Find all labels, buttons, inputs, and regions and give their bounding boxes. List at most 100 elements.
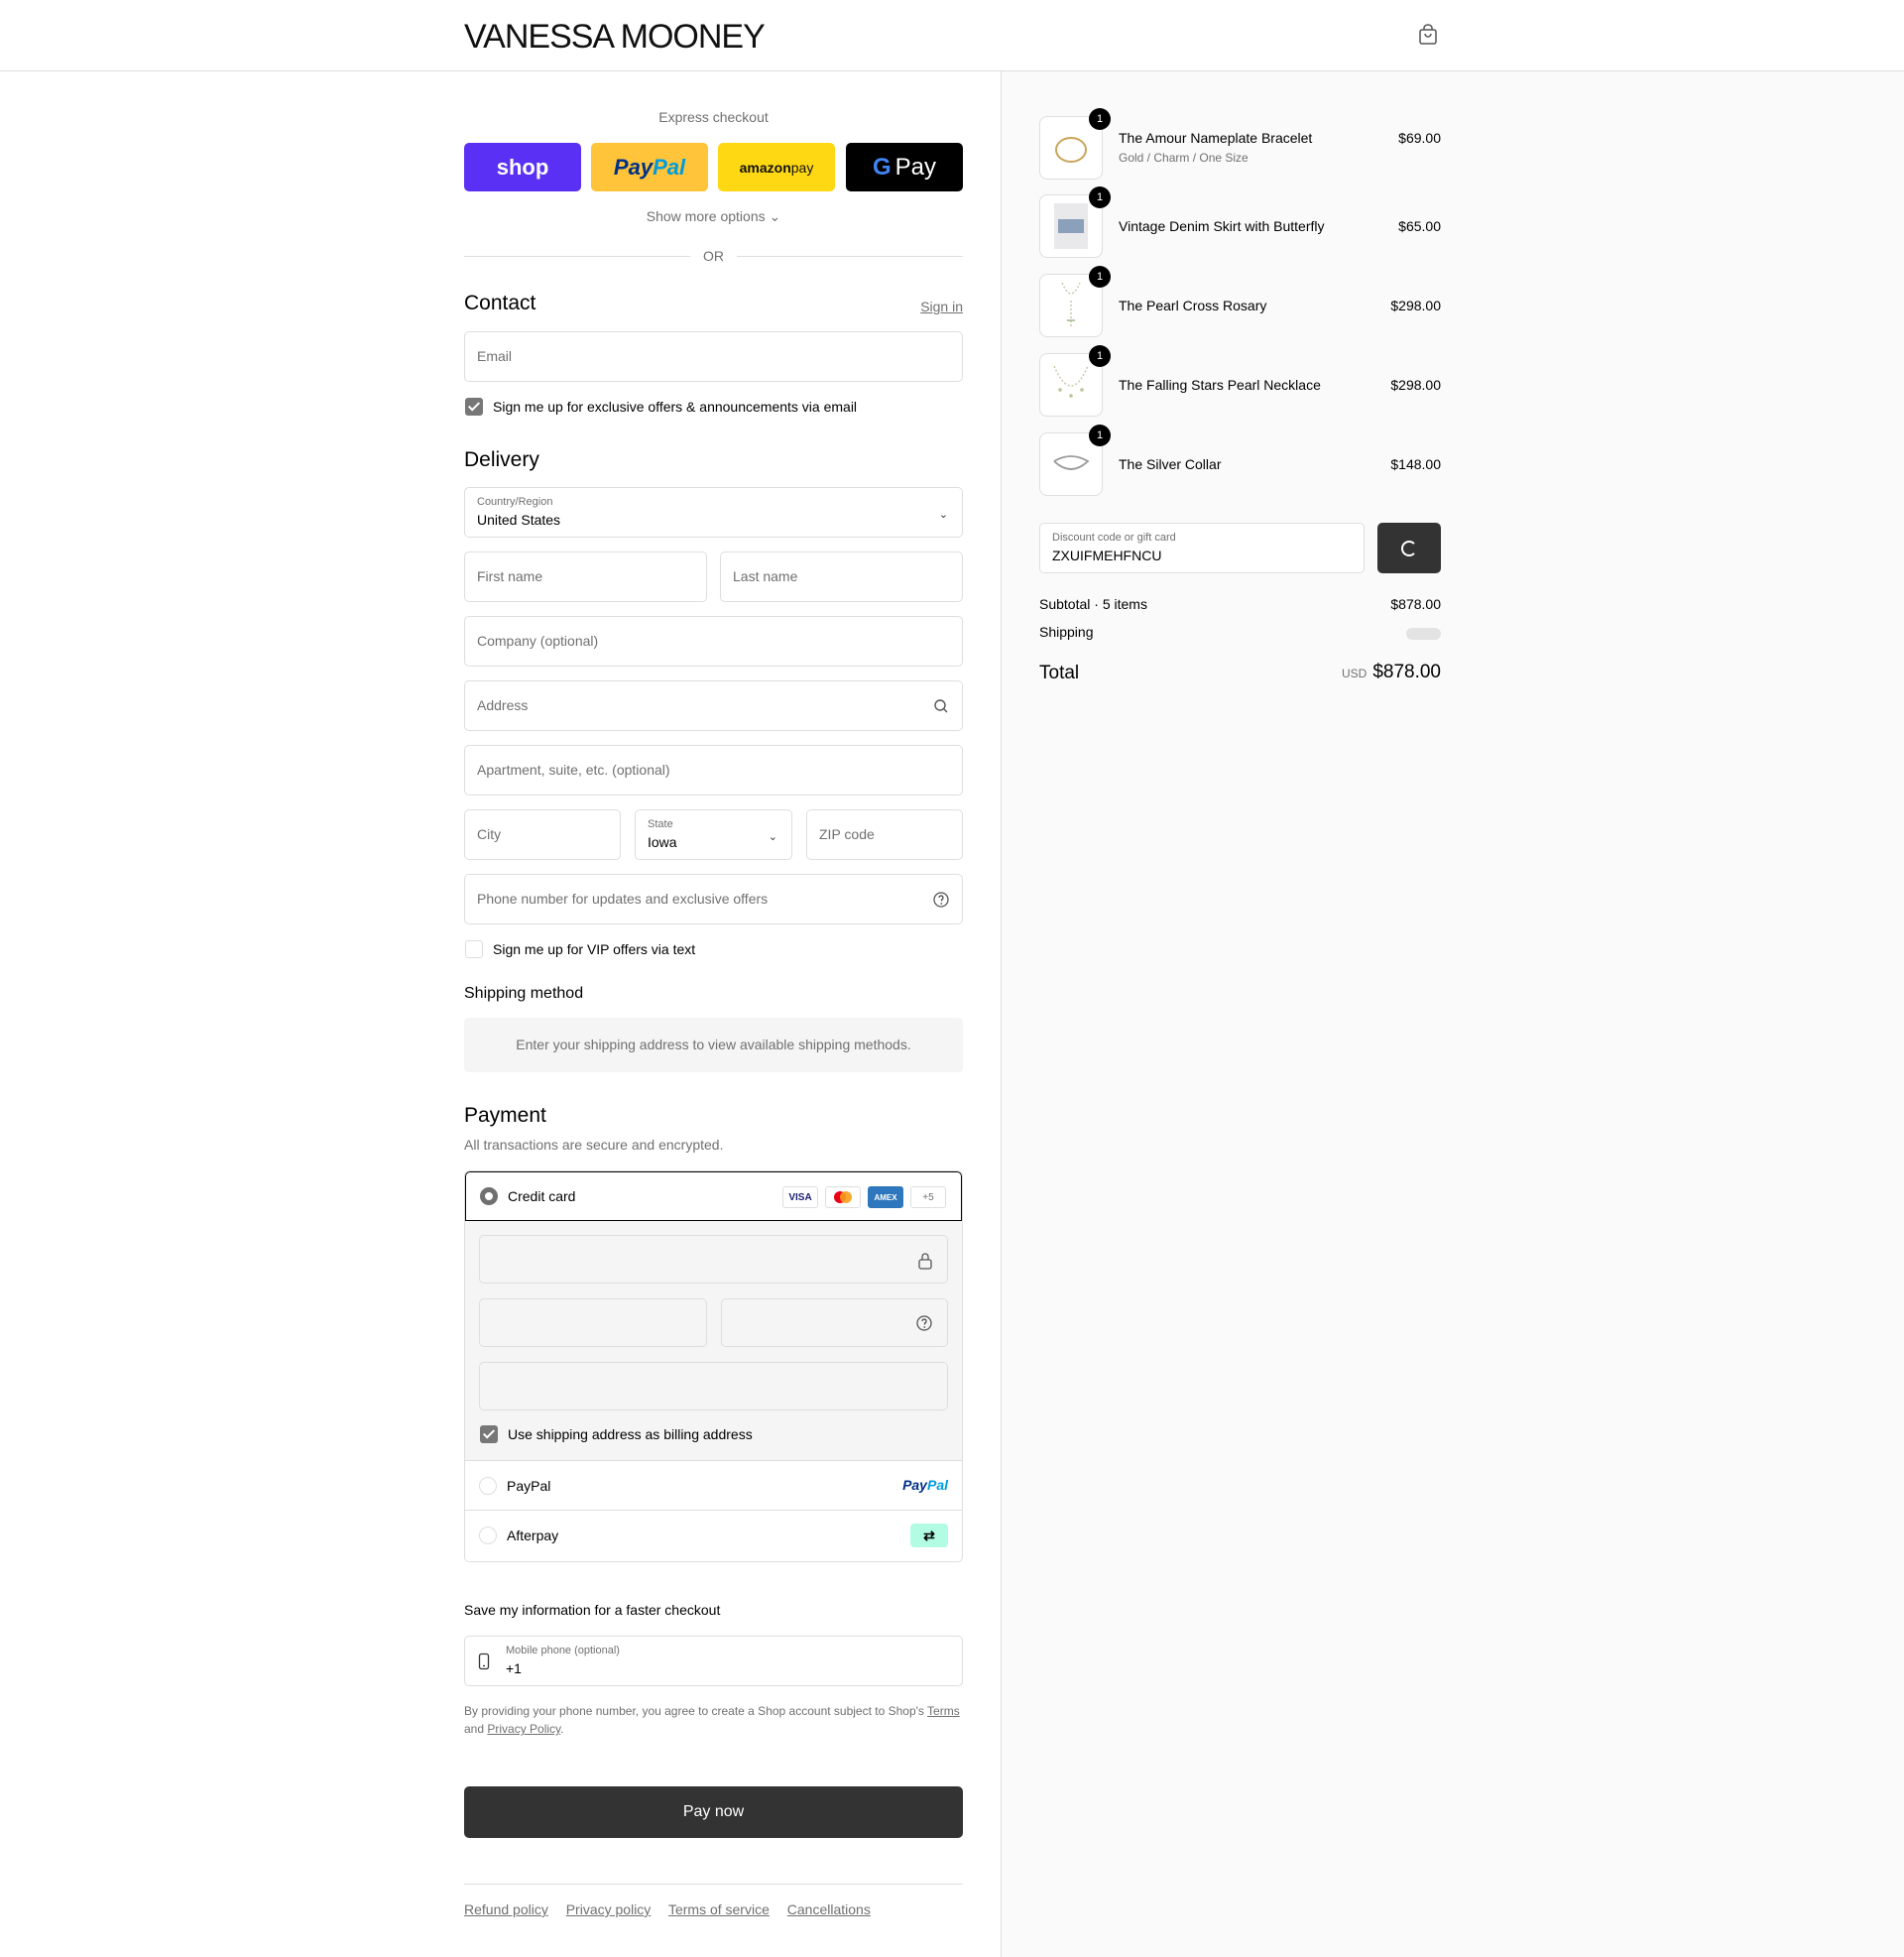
- footer-links: Refund policy Privacy policy Terms of se…: [464, 1901, 885, 1917]
- refund-policy-link[interactable]: Refund policy: [464, 1901, 548, 1917]
- afterpay-radio[interactable]: [479, 1527, 497, 1544]
- item-name: Vintage Denim Skirt with Butterfly: [1119, 218, 1325, 234]
- delivery-heading: Delivery: [464, 448, 539, 471]
- company-field[interactable]: Company (optional): [464, 616, 963, 667]
- country-select[interactable]: Country/Region United States ⌄: [464, 487, 963, 538]
- newsletter-label: Sign me up for exclusive offers & announ…: [493, 399, 858, 415]
- help-circle-icon[interactable]: [915, 1314, 933, 1332]
- item-name: The Pearl Cross Rosary: [1119, 298, 1267, 313]
- payment-subtitle: All transactions are secure and encrypte…: [464, 1137, 724, 1153]
- quantity-badge: 1: [1089, 186, 1111, 208]
- card-number-field[interactable]: [479, 1235, 948, 1284]
- search-icon: [934, 699, 948, 713]
- security-code-field[interactable]: [721, 1298, 948, 1347]
- brand-logo[interactable]: VANESSA MOONEY: [464, 18, 766, 57]
- first-name-field[interactable]: First name: [464, 551, 707, 602]
- item-price: $69.00: [1398, 130, 1441, 146]
- payment-heading: Payment: [464, 1104, 546, 1127]
- apply-discount-button[interactable]: [1377, 523, 1441, 573]
- currency-code: USD: [1341, 667, 1368, 680]
- contact-heading: Contact: [464, 292, 536, 314]
- paypal-radio[interactable]: [479, 1477, 497, 1495]
- more-cards-badge: +5: [910, 1186, 946, 1208]
- chevron-down-icon: ⌄: [938, 509, 948, 521]
- shipping-loading-placeholder: [1406, 628, 1441, 640]
- amex-logo: AMEX: [868, 1186, 903, 1208]
- shipping-method-heading: Shipping method: [464, 985, 584, 1002]
- help-circle-icon[interactable]: [932, 891, 950, 909]
- subtotal-value: $878.00: [1390, 596, 1441, 612]
- afterpay-logo-icon: ⇄: [910, 1524, 948, 1547]
- state-select[interactable]: State Iowa ⌄: [635, 809, 792, 860]
- shop-pay-button[interactable]: shop: [464, 143, 581, 191]
- shopping-bag-icon[interactable]: [1417, 24, 1439, 46]
- express-checkout-title: Express checkout: [658, 109, 769, 125]
- vip-text-label: Sign me up for VIP offers via text: [493, 941, 696, 957]
- paypal-option[interactable]: PayPal PayPal: [465, 1461, 962, 1511]
- discount-code-field[interactable]: Discount code or gift card ZXUIFMEHFNCU: [1039, 523, 1365, 573]
- visa-logo: VISA: [782, 1186, 818, 1208]
- item-name: The Silver Collar: [1119, 456, 1222, 472]
- quantity-badge: 1: [1089, 108, 1111, 130]
- shipping-row: Shipping: [1039, 624, 1441, 640]
- shipping-label: Shipping: [1039, 624, 1094, 640]
- email-field[interactable]: Email: [464, 331, 963, 382]
- sign-in-link[interactable]: Sign in: [920, 299, 963, 314]
- lock-icon: [918, 1253, 932, 1270]
- quantity-badge: 1: [1089, 266, 1111, 288]
- mobile-phone-icon: [478, 1652, 490, 1670]
- vip-text-checkbox[interactable]: [465, 940, 483, 958]
- line-item: 1 Vintage Denim Skirt with Butterfly $65…: [1039, 186, 1441, 258]
- google-pay-button[interactable]: G Pay: [846, 143, 963, 191]
- mobile-phone-field[interactable]: Mobile phone (optional) +1: [464, 1636, 963, 1686]
- amazon-pay-button[interactable]: amazon pay: [718, 143, 835, 191]
- afterpay-option[interactable]: Afterpay ⇄: [465, 1511, 962, 1560]
- terms-link[interactable]: Terms: [927, 1704, 960, 1718]
- item-price: $298.00: [1390, 377, 1441, 393]
- paypal-express-button[interactable]: Pay Pal: [591, 143, 708, 191]
- item-name: The Falling Stars Pearl Necklace: [1119, 377, 1321, 393]
- quantity-badge: 1: [1089, 345, 1111, 367]
- or-divider: OR: [464, 246, 963, 266]
- billing-address-checkbox[interactable]: [480, 1425, 498, 1443]
- cancellations-link[interactable]: Cancellations: [787, 1901, 871, 1917]
- zip-field[interactable]: ZIP code: [806, 809, 963, 860]
- line-item: 1 The Silver Collar $148.00: [1039, 425, 1441, 496]
- expiration-date-field[interactable]: [479, 1298, 707, 1347]
- apartment-field[interactable]: Apartment, suite, etc. (optional): [464, 745, 963, 795]
- city-field[interactable]: City: [464, 809, 621, 860]
- item-price: $65.00: [1398, 218, 1441, 234]
- address-field[interactable]: Address: [464, 680, 963, 731]
- total-label: Total: [1039, 663, 1080, 683]
- item-name: The Amour Nameplate Bracelet: [1119, 130, 1313, 146]
- paypal-logo: PayPal: [902, 1477, 948, 1493]
- line-item: 1 The Pearl Cross Rosary $298.00: [1039, 266, 1441, 337]
- total-value: USD $878.00: [1341, 662, 1441, 682]
- mastercard-logo: [825, 1186, 861, 1208]
- billing-address-label: Use shipping address as billing address: [508, 1426, 753, 1442]
- credit-card-option[interactable]: Credit card VISA AMEX +5: [465, 1171, 962, 1221]
- last-name-field[interactable]: Last name: [720, 551, 963, 602]
- item-price: $148.00: [1390, 456, 1441, 472]
- pay-now-button[interactable]: Pay now: [464, 1786, 963, 1838]
- loading-spinner-icon: [1401, 540, 1417, 556]
- paypal-label: PayPal: [507, 1478, 551, 1494]
- shop-consent-text: By providing your phone number, you agre…: [464, 1704, 960, 1736]
- footer-divider: [464, 1884, 963, 1885]
- privacy-policy-footer-link[interactable]: Privacy policy: [566, 1901, 652, 1917]
- credit-card-radio[interactable]: [480, 1187, 498, 1205]
- terms-of-service-link[interactable]: Terms of service: [668, 1901, 770, 1917]
- phone-field[interactable]: Phone number for updates and exclusive o…: [464, 874, 963, 924]
- show-more-options-link[interactable]: Show more options ⌄: [464, 208, 963, 225]
- afterpay-label: Afterpay: [507, 1528, 559, 1543]
- subtotal-label: Subtotal · 5 items: [1039, 596, 1147, 612]
- chevron-down-icon: ⌄: [768, 831, 777, 843]
- item-variant: Gold / Charm / One Size: [1119, 151, 1249, 165]
- privacy-policy-link[interactable]: Privacy Policy: [487, 1722, 560, 1736]
- chevron-down-icon: ⌄: [769, 208, 781, 224]
- line-item: 1 The Amour Nameplate Bracelet Gold / Ch…: [1039, 108, 1441, 180]
- newsletter-checkbox[interactable]: [465, 398, 483, 416]
- name-on-card-field[interactable]: [479, 1362, 948, 1410]
- item-price: $298.00: [1390, 298, 1441, 313]
- quantity-badge: 1: [1089, 425, 1111, 446]
